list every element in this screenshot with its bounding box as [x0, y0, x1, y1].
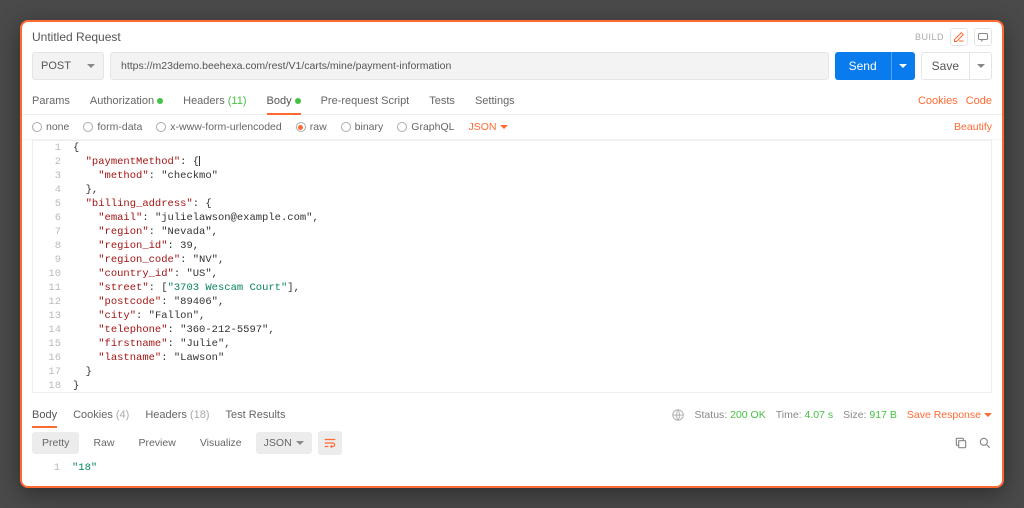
save-button[interactable]: Save: [921, 52, 992, 80]
view-raw[interactable]: Raw: [83, 432, 124, 454]
search-icon[interactable]: [978, 436, 992, 450]
raw-language-select[interactable]: JSON: [468, 121, 507, 133]
bodytype-formdata[interactable]: form-data: [83, 121, 142, 133]
save-response[interactable]: Save Response: [907, 409, 992, 421]
tab-headers[interactable]: Headers (11): [183, 88, 246, 114]
request-body-editor[interactable]: 1{2 "paymentMethod": {3 "method": "check…: [32, 140, 992, 393]
response-lang-select[interactable]: JSON: [256, 432, 312, 454]
method-value: POST: [41, 60, 71, 72]
status-value: 200 OK: [730, 409, 766, 421]
time-value: 4.07 s: [805, 409, 834, 421]
bodytype-raw[interactable]: raw: [296, 121, 327, 133]
bodytype-xwww[interactable]: x-www-form-urlencoded: [156, 121, 281, 133]
beautify-link[interactable]: Beautify: [954, 121, 992, 133]
request-title: Untitled Request: [32, 30, 121, 44]
resp-tab-body[interactable]: Body: [32, 403, 57, 427]
tab-authorization[interactable]: Authorization: [90, 88, 163, 114]
method-select[interactable]: POST: [32, 52, 104, 80]
size-value: 917 B: [869, 409, 896, 421]
tab-tests[interactable]: Tests: [429, 88, 455, 114]
tab-settings[interactable]: Settings: [475, 88, 515, 114]
globe-icon: [671, 408, 685, 422]
copy-icon[interactable]: [954, 436, 968, 450]
bodytype-binary[interactable]: binary: [341, 121, 384, 133]
send-button[interactable]: Send: [835, 52, 915, 80]
build-label: BUILD: [915, 32, 944, 42]
url-input[interactable]: [110, 52, 829, 80]
view-pretty[interactable]: Pretty: [32, 432, 79, 454]
save-dropdown[interactable]: [969, 53, 991, 79]
cookies-link[interactable]: Cookies: [918, 95, 958, 107]
body-dot-icon: [295, 98, 301, 104]
auth-dot-icon: [157, 98, 163, 104]
code-link[interactable]: Code: [966, 95, 992, 107]
comment-icon[interactable]: [974, 28, 992, 46]
resp-tab-tests[interactable]: Test Results: [226, 403, 286, 427]
view-visualize[interactable]: Visualize: [190, 432, 252, 454]
tab-params[interactable]: Params: [32, 88, 70, 114]
wrap-icon[interactable]: [318, 431, 342, 455]
resp-tab-cookies[interactable]: Cookies (4): [73, 403, 129, 427]
edit-icon[interactable]: [950, 28, 968, 46]
bodytype-none[interactable]: none: [32, 121, 69, 133]
view-preview[interactable]: Preview: [128, 432, 185, 454]
resp-tab-headers[interactable]: Headers (18): [145, 403, 209, 427]
tab-prerequest[interactable]: Pre-request Script: [321, 88, 410, 114]
bodytype-graphql[interactable]: GraphQL: [397, 121, 454, 133]
send-dropdown[interactable]: [891, 52, 915, 80]
response-body: 1"18": [22, 459, 1002, 486]
tab-body[interactable]: Body: [267, 88, 301, 114]
